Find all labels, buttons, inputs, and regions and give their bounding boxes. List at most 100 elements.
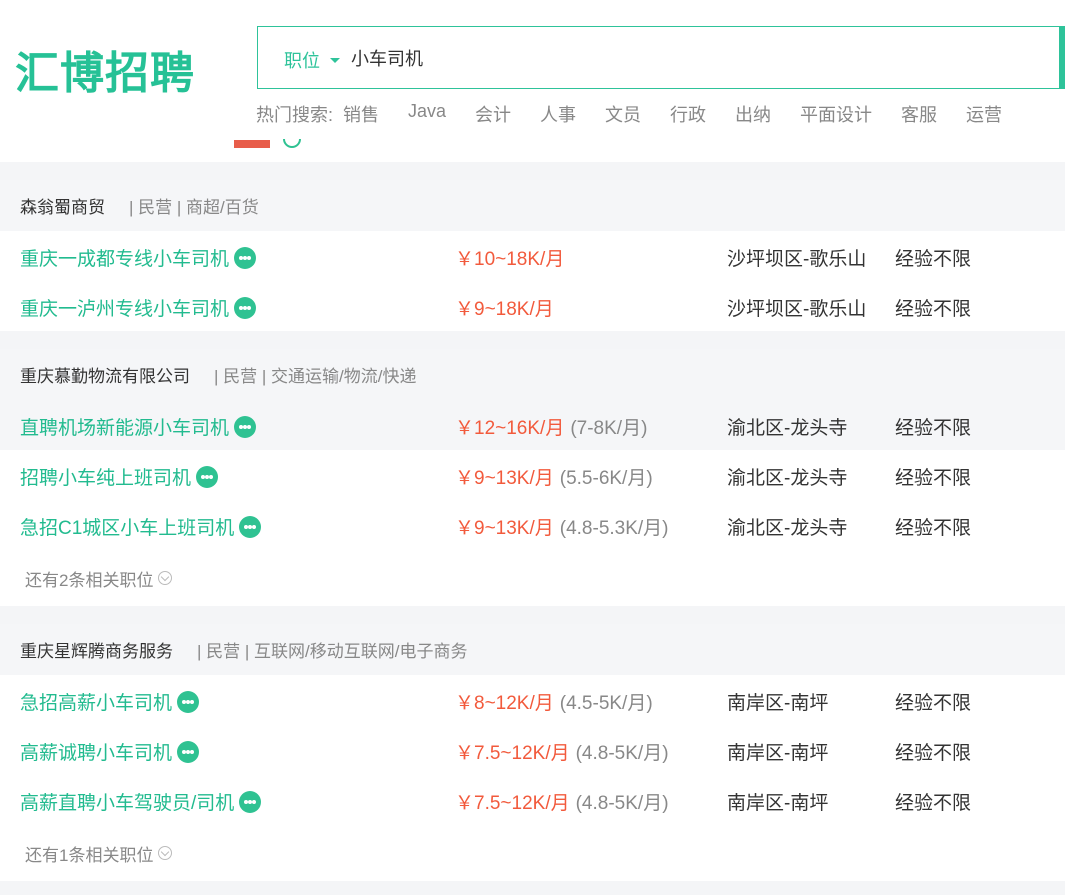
company-header: 重庆星辉腾商务服务 | 民营 | 互联网/移动互联网/电子商务 <box>0 624 1065 675</box>
job-row[interactable]: 急招C1城区小车上班司机 ￥9~13K/月 (4.8-5.3K/月) 渝北区-龙头寺 经… <box>0 500 1065 550</box>
job-experience: 经验不限 <box>895 468 972 489</box>
job-title-text[interactable]: 重庆一成都专线小车司机 <box>20 244 229 271</box>
job-location: 渝北区-龙头寺 <box>727 518 848 539</box>
expand-down-icon[interactable] <box>158 571 173 585</box>
job-location: 南岸区-南坪 <box>727 693 829 714</box>
job-experience: 经验不限 <box>895 518 972 539</box>
job-row[interactable]: 重庆一成都专线小车司机 ￥10~18K/月 沙坪坝区-歌乐山 经验不限 <box>0 231 1065 281</box>
chat-icon[interactable] <box>196 465 219 488</box>
chat-icon[interactable] <box>234 415 257 438</box>
job-title-link[interactable]: 招聘小车纯上班司机 <box>20 463 219 490</box>
more-jobs-link[interactable]: 还有1条相关职位 <box>0 825 1065 881</box>
search-category-select[interactable]: 职位 <box>284 47 340 73</box>
job-title-link[interactable]: 直聘机场新能源小车司机 <box>20 413 257 440</box>
salary-range: ￥8~12K/月 <box>455 693 554 714</box>
hot-search-link[interactable]: 销售 <box>343 101 379 127</box>
job-title-text[interactable]: 急招C1城区小车上班司机 <box>20 513 234 540</box>
hot-search-link[interactable]: 文员 <box>605 101 641 127</box>
job-row[interactable]: 招聘小车纯上班司机 ￥9~13K/月 (5.5-6K/月) 渝北区-龙头寺 经验不限 <box>0 450 1065 500</box>
job-title-link[interactable]: 急招C1城区小车上班司机 <box>20 513 262 540</box>
urgent-badge <box>234 140 270 148</box>
salary-info: ￥7.5~12K/月 (4.8-5K/月) <box>455 788 669 815</box>
site-logo[interactable]: 汇博招聘 <box>15 37 195 101</box>
company-name[interactable]: 森翁蜀商贸 <box>20 193 105 218</box>
salary-info: ￥9~13K/月 (4.8-5.3K/月) <box>455 513 669 540</box>
hot-search-link[interactable]: 客服 <box>901 101 937 127</box>
search-category-label: 职位 <box>284 51 320 71</box>
chat-icon[interactable] <box>234 246 257 269</box>
hot-search-bar: 热门搜索: 销售 Java 会计 人事 文员 行政 出纳 平面设计 客服 运营 <box>256 101 1031 127</box>
chat-icon[interactable] <box>239 515 262 538</box>
salary-range: ￥12~16K/月 <box>455 418 565 439</box>
expand-down-icon[interactable] <box>158 846 173 860</box>
salary-info: ￥8~12K/月 (4.5-5K/月) <box>455 688 653 715</box>
job-location: 南岸区-南坪 <box>727 793 829 814</box>
hot-search-link[interactable]: 会计 <box>475 101 511 127</box>
salary-info: ￥9~18K/月 <box>455 294 554 321</box>
hot-search-link[interactable]: 人事 <box>540 101 576 127</box>
job-title-text[interactable]: 重庆一泸州专线小车司机 <box>20 294 229 321</box>
company-block: 森翁蜀商贸 | 民营 | 商超/百货 重庆一成都专线小车司机 ￥10~18K/月 沙坪坝… <box>0 180 1065 331</box>
hot-search-link[interactable]: 运营 <box>966 101 1002 127</box>
job-location: 渝北区-龙头寺 <box>727 468 848 489</box>
job-experience: 经验不限 <box>895 299 972 320</box>
caret-down-icon <box>330 57 340 63</box>
job-location: 沙坪坝区-歌乐山 <box>727 249 867 270</box>
salary-range: ￥9~13K/月 <box>455 468 554 489</box>
company-header: 重庆慕勤物流有限公司 | 民营 | 交通运输/物流/快递 <box>0 349 1065 400</box>
job-experience: 经验不限 <box>895 249 972 270</box>
job-row[interactable]: 急招高薪小车司机 ￥8~12K/月 (4.5-5K/月) 南岸区-南坪 经验不限 <box>0 675 1065 725</box>
salary-base: (4.5-5K/月) <box>559 693 653 714</box>
job-location: 南岸区-南坪 <box>727 743 829 764</box>
job-title-link[interactable]: 高薪直聘小车驾驶员/司机 <box>20 788 262 815</box>
hot-search-link[interactable]: Java <box>408 101 446 127</box>
job-row[interactable]: 高薪直聘小车驾驶员/司机 ￥7.5~12K/月 (4.8-5K/月) 南岸区-南坪 经验… <box>0 775 1065 825</box>
job-title-text[interactable]: 高薪诚聘小车司机 <box>20 738 172 765</box>
hot-search-label: 热门搜索: <box>256 105 334 125</box>
search-button[interactable] <box>1059 27 1065 88</box>
job-location: 沙坪坝区-歌乐山 <box>727 299 867 320</box>
company-name[interactable]: 重庆慕勤物流有限公司 <box>20 362 190 387</box>
more-jobs-link[interactable]: 还有2条相关职位 <box>0 550 1065 606</box>
hot-search-link[interactable]: 平面设计 <box>800 101 872 127</box>
job-row[interactable]: 高薪诚聘小车司机 ￥7.5~12K/月 (4.8-5K/月) 南岸区-南坪 经验不限 <box>0 725 1065 775</box>
salary-base: (5.5-6K/月) <box>559 468 653 489</box>
chat-icon[interactable] <box>239 790 262 813</box>
chat-icon <box>283 139 301 148</box>
salary-range: ￥9~18K/月 <box>455 299 554 320</box>
job-title-text[interactable]: 直聘机场新能源小车司机 <box>20 413 229 440</box>
salary-range: ￥10~18K/月 <box>455 249 565 270</box>
job-title-text[interactable]: 高薪直聘小车驾驶员/司机 <box>20 788 234 815</box>
job-experience: 经验不限 <box>895 743 972 764</box>
job-experience: 经验不限 <box>895 693 972 714</box>
job-title-text[interactable]: 急招高薪小车司机 <box>20 688 172 715</box>
chat-icon[interactable] <box>234 296 257 319</box>
company-name[interactable]: 重庆星辉腾商务服务 <box>20 637 173 662</box>
salary-info: ￥7.5~12K/月 (4.8-5K/月) <box>455 738 669 765</box>
company-block: 重庆慕勤物流有限公司 | 民营 | 交通运输/物流/快递直聘机场新能源小车司机 ￥1… <box>0 349 1065 606</box>
more-jobs-text[interactable]: 还有1条相关职位 <box>25 841 153 866</box>
job-location: 渝北区-龙头寺 <box>727 418 848 439</box>
job-experience: 经验不限 <box>895 793 972 814</box>
chat-icon[interactable] <box>177 690 200 713</box>
job-experience: 经验不限 <box>895 418 972 439</box>
chat-icon[interactable] <box>177 740 200 763</box>
job-title-text[interactable]: 招聘小车纯上班司机 <box>20 463 191 490</box>
job-title-link[interactable]: 高薪诚聘小车司机 <box>20 738 200 765</box>
company-meta: | 民营 | 商超/百货 <box>129 198 259 217</box>
search-input[interactable] <box>351 43 951 73</box>
hot-search-link[interactable]: 出纳 <box>735 101 771 127</box>
salary-base: (4.8-5K/月) <box>575 793 669 814</box>
salary-base: (7-8K/月) <box>570 418 648 439</box>
search-bar: 职位 <box>257 26 1065 89</box>
job-title-link[interactable]: 重庆一泸州专线小车司机 <box>20 294 257 321</box>
job-row[interactable]: 重庆一泸州专线小车司机 ￥9~18K/月 沙坪坝区-歌乐山 经验不限 <box>0 281 1065 331</box>
salary-info: ￥10~18K/月 <box>455 244 564 271</box>
partial-job-row <box>0 130 1065 162</box>
company-header: 森翁蜀商贸 | 民营 | 商超/百货 <box>0 180 1065 231</box>
job-title-link[interactable]: 重庆一成都专线小车司机 <box>20 244 257 271</box>
more-jobs-text[interactable]: 还有2条相关职位 <box>25 566 153 591</box>
job-row[interactable]: 直聘机场新能源小车司机 ￥12~16K/月 (7-8K/月) 渝北区-龙头寺 经验不限 <box>0 400 1065 450</box>
job-title-link[interactable]: 急招高薪小车司机 <box>20 688 200 715</box>
hot-search-link[interactable]: 行政 <box>670 101 706 127</box>
